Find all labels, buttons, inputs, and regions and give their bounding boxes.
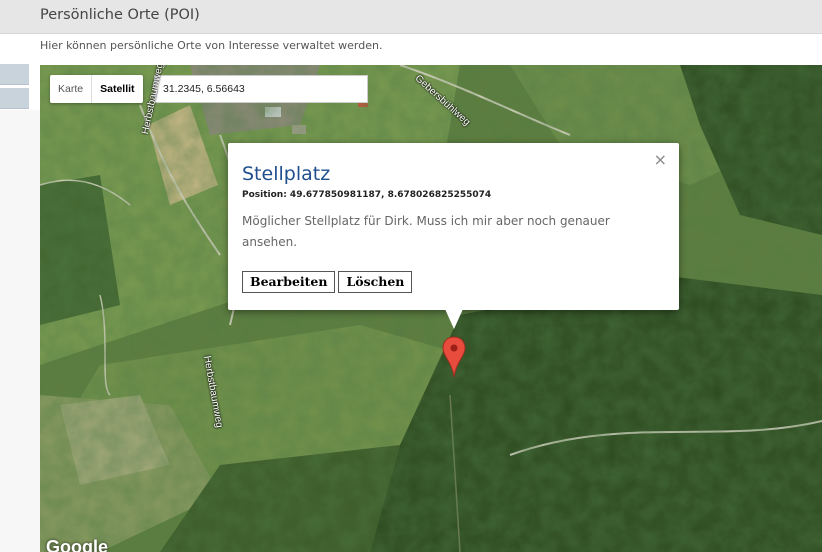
sidebar-tab[interactable] — [0, 88, 29, 109]
left-rail — [0, 110, 40, 552]
google-logo: Google — [46, 537, 108, 552]
map-type-karte-button[interactable]: Karte — [50, 75, 91, 103]
map-type-control: Karte Satellit — [50, 75, 143, 103]
delete-button[interactable]: Löschen — [338, 271, 413, 293]
map-type-satellit-button[interactable]: Satellit — [91, 75, 142, 103]
page-subtitle: Hier können persönliche Orte von Interes… — [40, 39, 383, 52]
map-pin-icon[interactable] — [442, 336, 466, 378]
poi-actions: Bearbeiten Löschen — [242, 271, 413, 293]
poi-title: Stellplatz — [242, 163, 331, 185]
coordinate-input[interactable] — [154, 75, 368, 103]
poi-description: Möglicher Stellplatz für Dirk. Muss ich … — [242, 214, 610, 249]
top-bar: Persönliche Orte (POI) — [0, 0, 822, 34]
info-window-tail — [445, 309, 463, 329]
sidebar-tab[interactable] — [0, 64, 29, 85]
poi-info-window: × Stellplatz Position: 49.677850981187, … — [228, 143, 679, 329]
edit-button[interactable]: Bearbeiten — [242, 271, 336, 293]
close-icon[interactable]: × — [654, 150, 667, 169]
page-title: Persönliche Orte (POI) — [40, 7, 200, 23]
map[interactable]: Karte Satellit Herbstbaumweg Herbstbaumw… — [40, 65, 822, 552]
poi-position: Position: 49.677850981187, 8.67802682525… — [242, 190, 492, 200]
